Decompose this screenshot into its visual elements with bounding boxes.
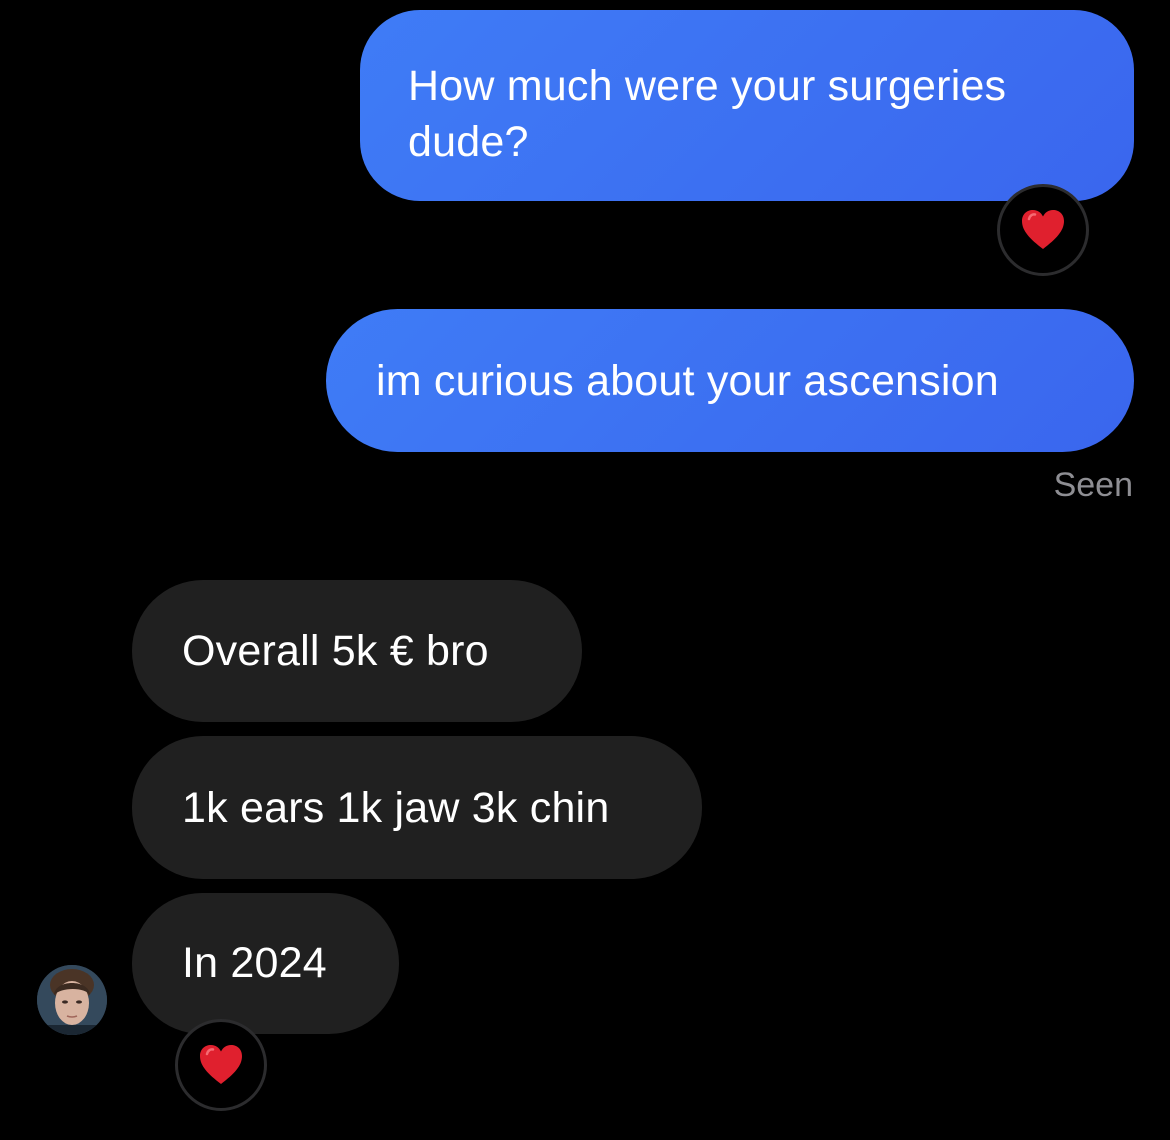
message-text: How much were your surgeries dude?	[408, 62, 1007, 166]
message-text: Overall 5k € bro	[182, 627, 489, 675]
message-reaction[interactable]	[997, 184, 1089, 276]
message-reaction[interactable]	[175, 1019, 267, 1111]
red-heart-icon	[198, 1044, 244, 1086]
message-text: im curious about your ascension	[376, 357, 999, 405]
received-message-bubble[interactable]: In 2024	[132, 893, 399, 1034]
sent-message-bubble[interactable]: How much were your surgeries dude?	[360, 10, 1134, 201]
message-text: 1k ears 1k jaw 3k chin	[182, 784, 610, 832]
sent-message-bubble[interactable]: im curious about your ascension	[326, 309, 1134, 452]
message-text: In 2024	[182, 939, 327, 987]
received-message-bubble[interactable]: Overall 5k € bro	[132, 580, 582, 722]
seen-status: Seen	[1053, 466, 1133, 504]
red-heart-icon	[1020, 209, 1066, 251]
avatar-photo	[37, 965, 107, 1035]
contact-avatar[interactable]	[37, 965, 107, 1035]
received-message-bubble[interactable]: 1k ears 1k jaw 3k chin	[132, 736, 702, 879]
